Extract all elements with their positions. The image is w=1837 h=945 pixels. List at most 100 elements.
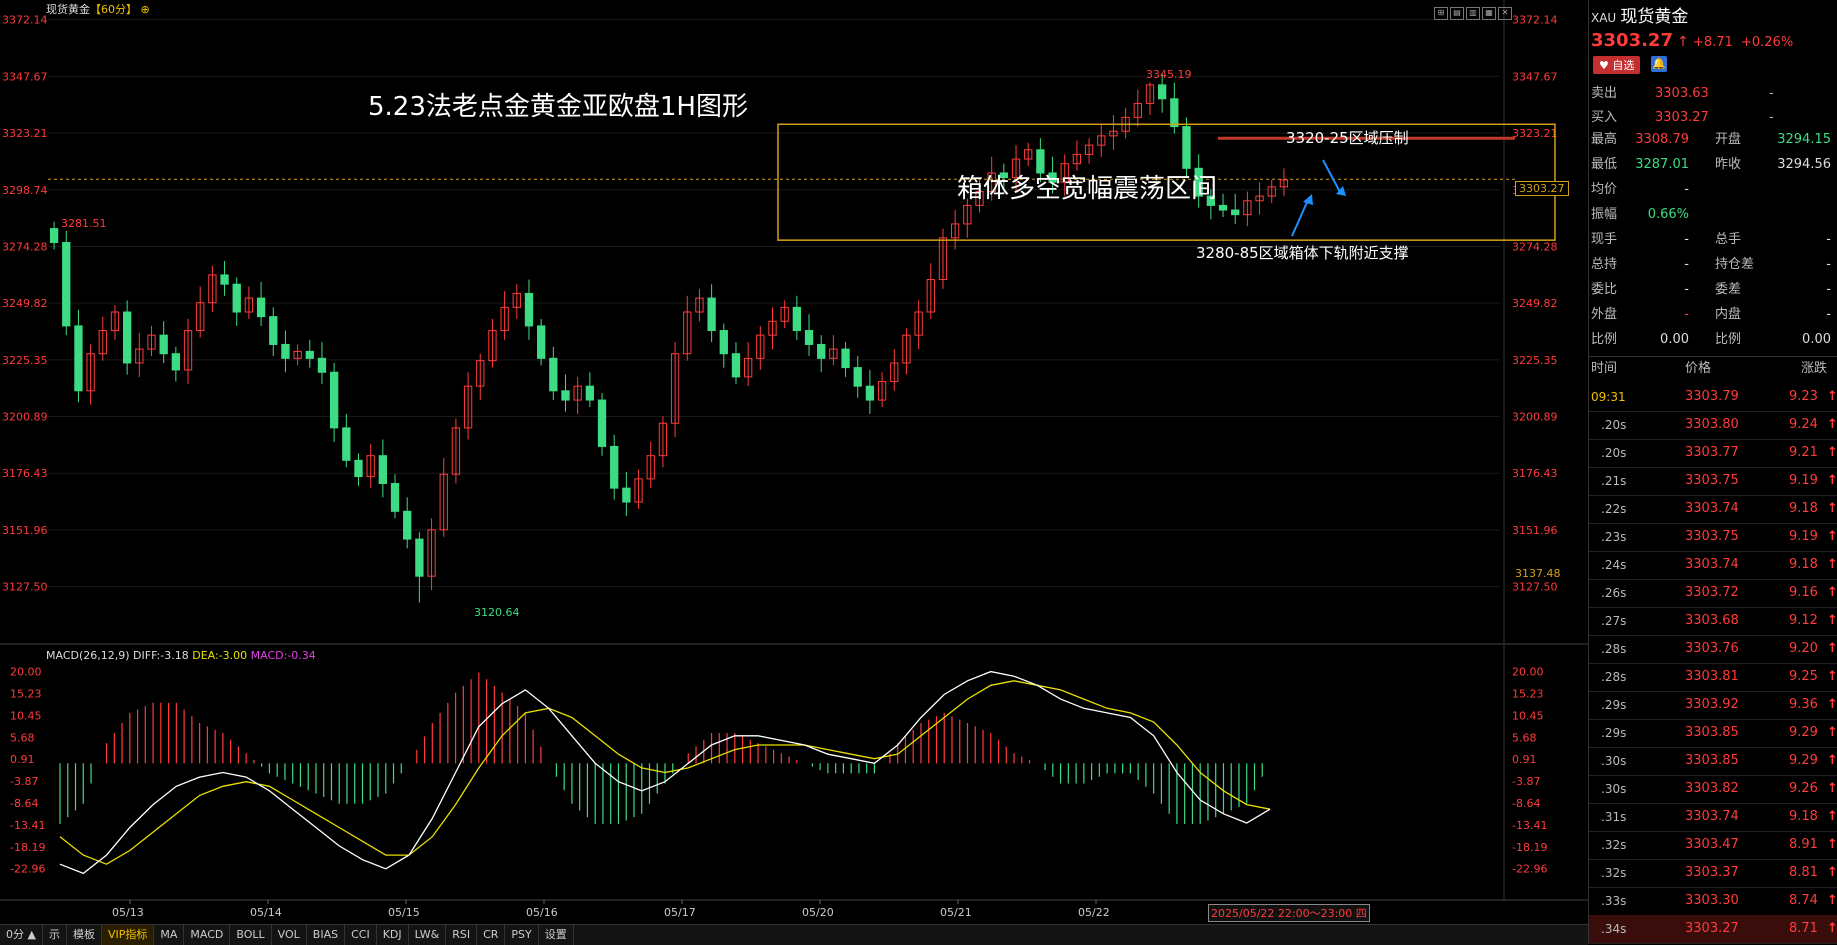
tick-price: 3303.74 — [1685, 809, 1739, 824]
macd-label-left: -8.64 — [10, 797, 38, 810]
box-label-annotation: 箱体多空宽幅震荡区间 — [957, 174, 1218, 204]
candle — [366, 444, 375, 489]
indicator-tab[interactable]: 设置 — [539, 925, 574, 945]
tick-change: 9.24 — [1789, 417, 1818, 432]
candle-body — [792, 306, 802, 332]
stats-label: 开盘 — [1715, 132, 1742, 147]
chart-symbol: 现货黄金 — [46, 3, 90, 16]
price-label-left: 3372.14 — [2, 14, 48, 27]
indicator-tab[interactable]: BOLL — [230, 925, 272, 945]
candle-body — [281, 343, 290, 359]
tick-change: 9.19 — [1789, 529, 1818, 544]
up-arrow-icon: ↑ — [1827, 809, 1837, 824]
indicator-tab[interactable]: RSI — [446, 925, 478, 945]
up-arrow-icon: ↑ — [1827, 697, 1837, 712]
tick-header: 时间 价格 涨跌 — [1589, 356, 1837, 381]
crosshair-date: 2025/05/22 22:00～23:00 四 — [1208, 904, 1370, 922]
quote-change-pct: +0.26% — [1740, 35, 1794, 50]
candle-body — [1157, 84, 1167, 100]
candle — [98, 316, 107, 361]
watchlist-button[interactable]: ♥ 自选 — [1593, 56, 1641, 74]
candle — [329, 362, 339, 442]
candle — [914, 300, 923, 350]
alert-bell-button[interactable]: 🔔 — [1651, 56, 1667, 72]
tick-row: .22s 3303.74 9.18 ↑ — [1589, 495, 1837, 524]
heart-icon: ♥ — [1599, 59, 1609, 72]
candle-body — [622, 487, 631, 503]
candle-body — [817, 343, 826, 359]
indicator-tab[interactable]: MACD — [184, 925, 231, 945]
tick-price: 3303.82 — [1685, 781, 1739, 796]
candle — [780, 300, 789, 329]
quote-price: 3303.27 — [1591, 30, 1673, 51]
candle — [403, 497, 412, 549]
price-label-right: 3372.14 — [1512, 14, 1558, 27]
candle — [1145, 82, 1155, 116]
close-icon[interactable]: ✕ — [1498, 7, 1512, 20]
candle — [232, 277, 241, 326]
tick-row: .28s 3303.81 9.25 ↑ — [1589, 663, 1837, 692]
price-label-left: 3323.21 — [2, 127, 48, 140]
indicator-tab[interactable]: 模板 — [67, 925, 102, 945]
candle — [926, 263, 935, 319]
stats-row: 外盘 - 内盘 - — [1589, 303, 1837, 327]
quote-name: 现货黄金 — [1620, 7, 1689, 27]
candle — [439, 458, 448, 537]
settings-icon[interactable]: ⊕ — [141, 3, 150, 16]
indicator-tab[interactable]: 示 — [43, 925, 67, 945]
tick-time: .33s — [1601, 894, 1627, 908]
macd-label-right: 10.45 — [1512, 709, 1544, 722]
indicator-tab[interactable]: BIAS — [307, 925, 346, 945]
price-label-left: 3298.74 — [2, 184, 48, 197]
chart-period[interactable]: 【60分】 — [90, 3, 137, 16]
indicator-tab[interactable]: CCI — [345, 925, 377, 945]
macd-label-left: 0.91 — [10, 753, 35, 766]
grid-icon[interactable]: ▤ — [1450, 7, 1464, 20]
stats-label: 外盘 — [1591, 307, 1618, 322]
indicator-tab[interactable]: LW& — [409, 925, 447, 945]
tick-time: .31s — [1601, 810, 1627, 824]
price-label-left: 3225.35 — [2, 354, 48, 367]
watchlist-label: 自选 — [1612, 59, 1635, 72]
macd-label-right: -13.41 — [1512, 819, 1547, 832]
tick-price: 3303.68 — [1685, 613, 1739, 628]
date-label: 05/20 — [802, 906, 834, 919]
layout-icon[interactable]: ▦ — [1482, 7, 1496, 20]
indicator-tab[interactable]: VIP指标 — [101, 925, 155, 945]
stats-label: 最高 — [1591, 132, 1618, 147]
tick-time: .28s — [1601, 670, 1627, 684]
candle-body — [74, 325, 83, 392]
chart-area[interactable]: 3372.14 3372.14 3347.67 3347.67 3323.21 3323.… — [0, 0, 1588, 945]
bell-icon: 🔔 — [1652, 57, 1666, 70]
candle — [451, 418, 461, 484]
indicator-tab[interactable]: VOL — [272, 925, 307, 945]
price-label-left: 3347.67 — [2, 70, 48, 83]
candle — [597, 393, 607, 456]
expand-icon[interactable]: ⊞ — [1434, 7, 1448, 20]
candle — [122, 300, 132, 375]
candle-body — [853, 367, 862, 387]
tick-price: 3303.77 — [1685, 445, 1739, 460]
indicator-tab[interactable]: KDJ — [377, 925, 409, 945]
price-label-right: 3127.50 — [1512, 581, 1558, 594]
candle — [524, 279, 534, 340]
indicator-tab[interactable]: MA — [154, 925, 185, 945]
indicator-tab[interactable]: 0分 ▲ — [0, 925, 43, 945]
tick-price: 3303.74 — [1685, 557, 1739, 572]
tick-time: .21s — [1601, 474, 1627, 488]
up-arrow-icon: ↑ — [1827, 585, 1837, 600]
indicator-tab[interactable]: PSY — [505, 925, 539, 945]
tick-row: .30s 3303.82 9.26 ↑ — [1589, 775, 1837, 804]
date-label: 05/21 — [940, 906, 972, 919]
resistance-annotation: 3320-25区域压制 — [1286, 129, 1409, 147]
chart-icon[interactable]: ▥ — [1466, 7, 1480, 20]
candle-body — [610, 445, 619, 489]
up-arrow-icon: ↑ — [1827, 893, 1837, 908]
candle-body — [1218, 204, 1228, 211]
stats-value: 0.00 — [1660, 332, 1689, 347]
macd-value: MACD:-0.34 — [250, 649, 316, 662]
candle — [1279, 168, 1289, 197]
indicator-tab[interactable]: CR — [477, 925, 506, 945]
macd-name: MACD(26,12,9) — [46, 649, 130, 662]
stats-row: 振幅 0.66% — [1589, 203, 1837, 227]
